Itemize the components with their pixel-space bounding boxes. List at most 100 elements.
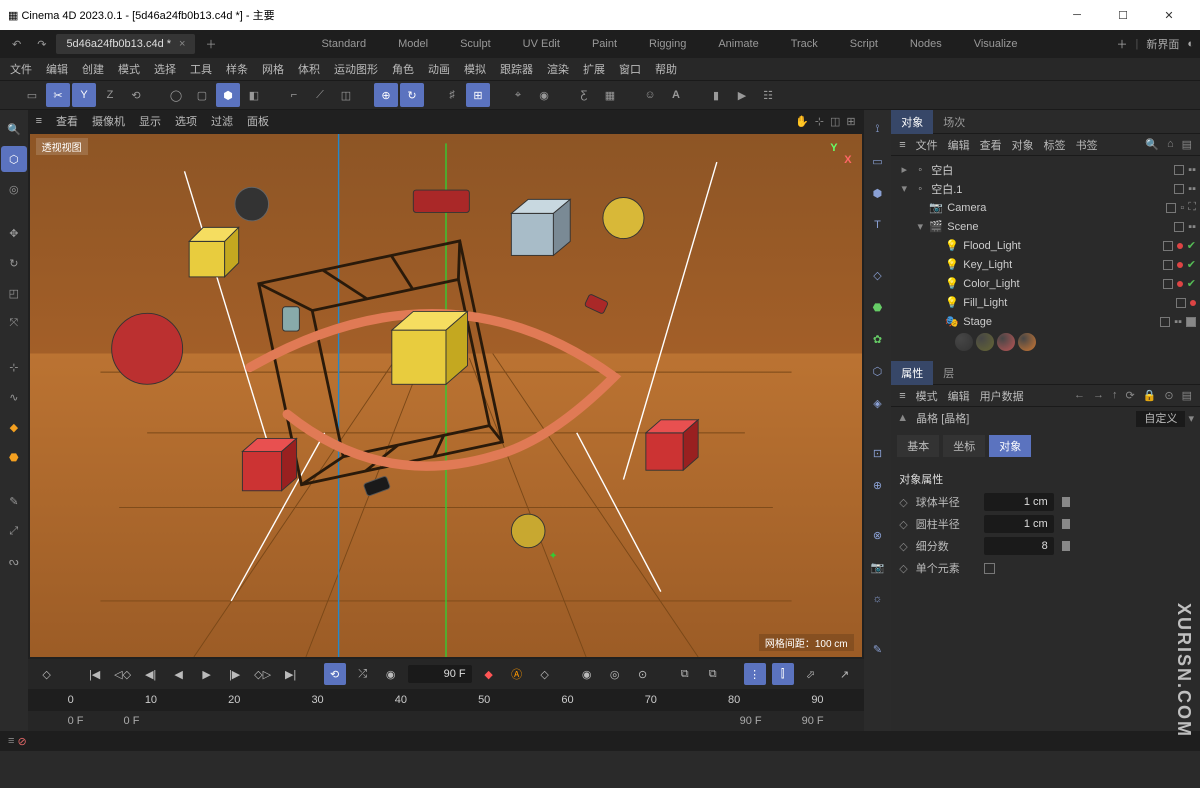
- vp-menu-item[interactable]: 查看: [56, 116, 78, 128]
- mode-icon[interactable]: ◇: [864, 262, 890, 288]
- tool-icon[interactable]: ◯: [164, 83, 188, 107]
- tl-icon[interactable]: ⧉: [674, 663, 696, 685]
- menu-item[interactable]: 角色: [392, 61, 414, 77]
- attr-mode-select[interactable]: 自定义: [1136, 411, 1185, 427]
- mode-icon[interactable]: ✿: [864, 326, 890, 352]
- tool-icon[interactable]: ⊞: [466, 83, 490, 107]
- mode-icon[interactable]: T: [864, 212, 890, 238]
- loop-icon[interactable]: ⟲: [324, 663, 346, 685]
- mode-icon[interactable]: ✎: [864, 636, 890, 662]
- layout-visualize[interactable]: Visualize: [974, 38, 1018, 50]
- slider-handle[interactable]: [1062, 497, 1070, 507]
- tool-icon[interactable]: ⟋: [308, 83, 332, 107]
- tool-icon[interactable]: Y: [72, 83, 96, 107]
- tool-icon[interactable]: ▢: [190, 83, 214, 107]
- layout-animate[interactable]: Animate: [718, 38, 758, 50]
- tl-icon[interactable]: ◇: [534, 663, 556, 685]
- tl-icon[interactable]: ⬀: [800, 663, 822, 685]
- play-back-icon[interactable]: ◀: [168, 663, 190, 685]
- add-tab-icon[interactable]: ＋: [199, 36, 222, 52]
- tree-row[interactable]: 💡Key_Light✔: [895, 255, 1196, 274]
- select-tool[interactable]: ⬡: [1, 146, 27, 172]
- tool-icon[interactable]: A: [664, 83, 688, 107]
- rotate-tool[interactable]: ↻: [1, 250, 27, 276]
- tl-expand-icon[interactable]: ↗: [834, 663, 856, 685]
- poly-tool[interactable]: ◆: [1, 414, 27, 440]
- layout-paint[interactable]: Paint: [592, 38, 617, 50]
- tool-icon[interactable]: ⟲: [124, 83, 148, 107]
- slider-handle[interactable]: [1062, 519, 1070, 529]
- search-icon[interactable]: 🔍: [1, 116, 27, 142]
- tree-row[interactable]: ▸◦空白▪▪: [895, 160, 1196, 179]
- attr-subtab[interactable]: 基本: [897, 435, 939, 457]
- hamburger-icon[interactable]: ≡: [36, 115, 42, 127]
- tl-icon[interactable]: ⋮: [744, 663, 766, 685]
- tl-icon[interactable]: ⧉: [702, 663, 724, 685]
- layout-script[interactable]: Script: [850, 38, 878, 50]
- menu-item[interactable]: 模式: [118, 61, 140, 77]
- menu-item[interactable]: 模拟: [464, 61, 486, 77]
- viewport-canvas[interactable]: 透视视图 Y X: [30, 134, 862, 657]
- prev-frame-icon[interactable]: ◀|: [140, 663, 162, 685]
- close-button[interactable]: ✕: [1146, 0, 1192, 30]
- minimize-button[interactable]: ─: [1054, 0, 1100, 30]
- path-tool[interactable]: ᔓ: [1, 548, 27, 574]
- tree-row[interactable]: 💡Fill_Light: [895, 293, 1196, 312]
- axis-tool[interactable]: ⊹: [1, 354, 27, 380]
- menu-item[interactable]: 选择: [154, 61, 176, 77]
- layout-uv edit[interactable]: UV Edit: [523, 38, 560, 50]
- tab-takes[interactable]: 场次: [933, 110, 975, 134]
- tab-layers[interactable]: 层: [933, 361, 964, 385]
- tool-icon[interactable]: ▶: [730, 83, 754, 107]
- layout-track[interactable]: Track: [791, 38, 818, 50]
- vp-menu-item[interactable]: 过滤: [211, 116, 233, 128]
- vp-nav-icon[interactable]: ⊹: [815, 115, 824, 128]
- menu-item[interactable]: 动画: [428, 61, 450, 77]
- material-ball[interactable]: [976, 333, 994, 351]
- tree-row[interactable]: 💡Color_Light✔: [895, 274, 1196, 293]
- tool-icon[interactable]: ▭: [20, 83, 44, 107]
- layout-rigging[interactable]: Rigging: [649, 38, 686, 50]
- menu-item[interactable]: 扩展: [583, 61, 605, 77]
- layout-label[interactable]: 新界面: [1146, 36, 1179, 52]
- tool-icon[interactable]: ⌐: [282, 83, 306, 107]
- tool-icon[interactable]: ⊕: [374, 83, 398, 107]
- menu-item[interactable]: 文件: [10, 61, 32, 77]
- tl-icon[interactable]: ◉: [576, 663, 598, 685]
- move-tool[interactable]: ✥: [1, 220, 27, 246]
- layout-model[interactable]: Model: [398, 38, 428, 50]
- layout-sculpt[interactable]: Sculpt: [460, 38, 491, 50]
- hamburger-icon[interactable]: ≡: [8, 735, 14, 747]
- tree-row[interactable]: ▾🎬Scene▪▪: [895, 217, 1196, 236]
- menu-item[interactable]: 渲染: [547, 61, 569, 77]
- vp-nav-icon[interactable]: ✋: [795, 115, 809, 128]
- tl-icon[interactable]: ◎: [604, 663, 626, 685]
- menu-item[interactable]: 运动图形: [334, 61, 378, 77]
- layout-toggle-icon[interactable]: ◐: [1187, 38, 1194, 50]
- spline-tool[interactable]: ∿: [1, 384, 27, 410]
- tool-icon[interactable]: ◫: [334, 83, 358, 107]
- attr-subtab[interactable]: 对象: [989, 435, 1031, 457]
- tool-icon[interactable]: ⌖: [506, 83, 530, 107]
- tool-icon[interactable]: ◧: [242, 83, 266, 107]
- axis-gizmo[interactable]: Y X: [830, 142, 851, 166]
- menu-item[interactable]: 创建: [82, 61, 104, 77]
- goto-start-icon[interactable]: |◀: [84, 663, 106, 685]
- play-icon[interactable]: ▶: [196, 663, 218, 685]
- tl-icon[interactable]: ◉: [380, 663, 402, 685]
- mode-icon[interactable]: ▭: [864, 148, 890, 174]
- vp-menu-item[interactable]: 显示: [139, 116, 161, 128]
- material-ball[interactable]: [1018, 333, 1036, 351]
- tool-icon[interactable]: ▮: [704, 83, 728, 107]
- tool-icon[interactable]: Ƹ: [572, 83, 596, 107]
- hamburger-icon[interactable]: ≡: [899, 390, 905, 402]
- redo-icon[interactable]: ↷: [31, 38, 52, 51]
- undo-icon[interactable]: ↶: [6, 38, 27, 51]
- tool-icon[interactable]: Z: [98, 83, 122, 107]
- document-tab[interactable]: 5d46a24fb0b13.c4d * ×: [56, 34, 195, 54]
- tl-icon[interactable]: ⊙: [632, 663, 654, 685]
- tool-icon[interactable]: ▦: [598, 83, 622, 107]
- hamburger-icon[interactable]: ≡: [899, 139, 905, 151]
- vp-menu-item[interactable]: 摄像机: [92, 116, 125, 128]
- material-ball[interactable]: [955, 333, 973, 351]
